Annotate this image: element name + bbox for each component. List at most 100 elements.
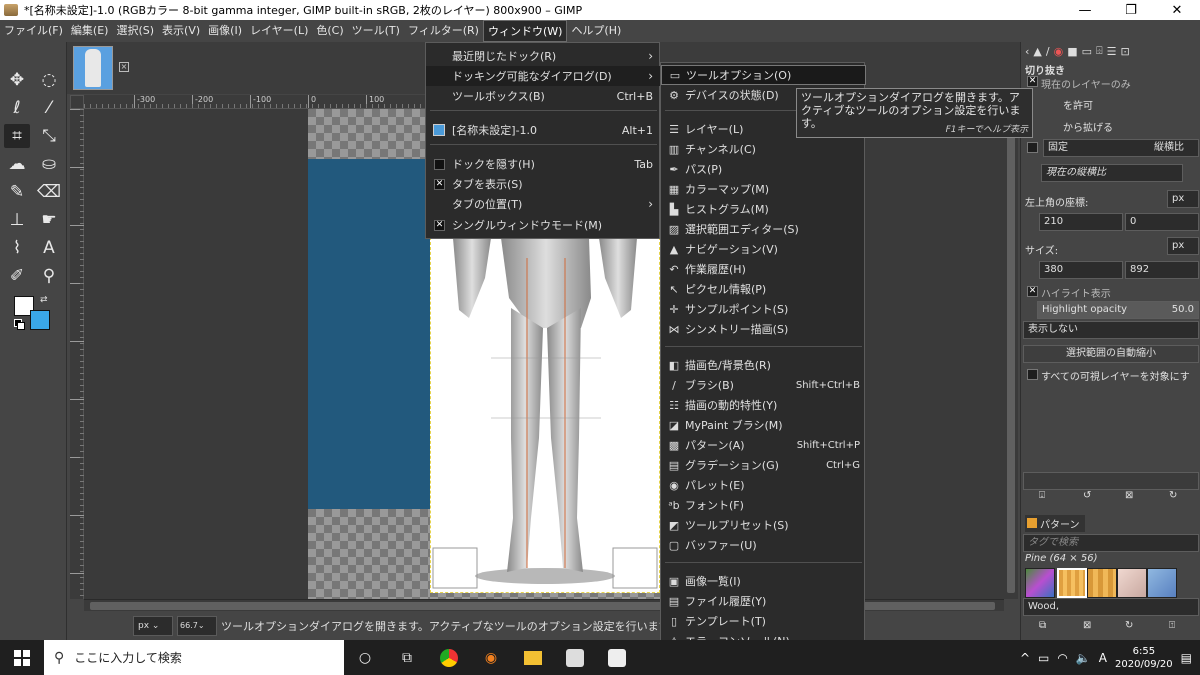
unit-selector[interactable]: px ⌄ (133, 615, 173, 636)
eraser-tool-icon[interactable]: ⌫ (36, 180, 62, 204)
vertical-scrollbar[interactable] (1004, 109, 1018, 599)
size-height-input[interactable]: 892 (1125, 261, 1199, 279)
menu-item-image-window[interactable]: [名称未設定]-1.0 Alt+1 (426, 120, 661, 140)
delete-pattern-icon[interactable]: ⊠ (1083, 620, 1091, 631)
pattern-swatch[interactable] (1147, 568, 1177, 598)
zoom-tool-icon[interactable]: ⚲ (36, 264, 62, 288)
menu-item-toolbox[interactable]: ツールボックス(B) Ctrl+B (426, 86, 661, 106)
gray-tab-icon[interactable]: ■ (1067, 45, 1077, 58)
position-y-input[interactable]: 0 (1125, 213, 1199, 231)
menu-item-recent-docks[interactable]: 最近閉じたドック(R) › (426, 46, 661, 66)
submenu-item[interactable]: ᵃb フォント(F) (661, 495, 866, 515)
pointer-tab-icon[interactable]: ⌹ (1096, 44, 1103, 58)
position-unit-dropdown[interactable]: px (1167, 190, 1199, 208)
zoom-selector[interactable]: 66.7 ⌄ (177, 615, 217, 636)
app-icon[interactable] (596, 640, 638, 675)
notifications-icon[interactable]: ▤ (1181, 651, 1192, 665)
submenu-item[interactable]: ▤ グラデーション(G) Ctrl+G (661, 455, 866, 475)
menu-select[interactable]: 選択(S) (112, 20, 158, 42)
fixed-checkbox[interactable] (1027, 142, 1038, 153)
delete-icon[interactable]: ⊠ (1125, 490, 1133, 501)
smudge-tool-icon[interactable]: ☛ (36, 208, 62, 232)
submenu-item[interactable]: ◧ 描画色/背景色(R) (661, 355, 866, 375)
size-width-input[interactable]: 380 (1039, 261, 1123, 279)
menu-item-single-window-mode[interactable]: ✕ シングルウィンドウモード(M) (426, 215, 661, 235)
background-color-swatch[interactable] (30, 310, 50, 330)
patterns-tab[interactable]: パターン (1025, 515, 1085, 532)
paintbrush-tool-icon[interactable]: ✎ (4, 180, 30, 204)
menu-colors[interactable]: 色(C) (312, 20, 347, 42)
menu-windows[interactable]: ウィンドウ(W) (482, 20, 568, 42)
cortana-icon[interactable]: ○ (344, 640, 386, 675)
submenu-item[interactable]: ⋈ シンメトリー描画(S) (661, 319, 866, 339)
menu-item-tab-position[interactable]: タブの位置(T) › (426, 194, 661, 214)
tag-search-input[interactable]: タグで検索 (1023, 534, 1199, 552)
submenu-item[interactable]: / ブラシ(B) Shift+Ctrl+B (661, 375, 866, 395)
restore-icon[interactable]: ↺ (1083, 490, 1091, 501)
submenu-item[interactable]: ◩ ツールプリセット(S) (661, 515, 866, 535)
save-preset-icon[interactable]: ⍗ (1039, 490, 1045, 501)
fuzzy-select-tool-icon[interactable]: ⁄ (36, 96, 62, 120)
submenu-item[interactable]: ▤ ファイル履歴(Y) (661, 591, 866, 611)
taskbar-search[interactable]: ⚲ ここに入力して検索 (44, 640, 344, 675)
submenu-item[interactable]: ☷ 描画の動的特性(Y) (661, 395, 866, 415)
submenu-item[interactable]: ◪ MyPaint ブラシ(M) (661, 415, 866, 435)
submenu-item[interactable]: ▦ カラーマップ(M) (661, 179, 866, 199)
file-explorer-icon[interactable] (512, 640, 554, 675)
record-tab-icon[interactable]: ◉ (1054, 45, 1064, 58)
reset-colors-icon[interactable] (14, 319, 25, 330)
auto-shrink-button[interactable]: 選択範囲の自動縮小 (1023, 345, 1199, 363)
clone-tool-icon[interactable]: ⊥ (4, 208, 30, 232)
minimize-button[interactable]: — (1062, 0, 1108, 20)
pattern-name-field[interactable]: Wood, (1023, 598, 1199, 616)
menu-file[interactable]: ファイル(F) (0, 20, 67, 42)
position-x-input[interactable]: 210 (1039, 213, 1123, 231)
swap-colors-icon[interactable]: ⇄ (40, 295, 48, 305)
move-tool-icon[interactable]: ✥ (4, 68, 30, 92)
volume-icon[interactable]: 🔈 (1076, 651, 1091, 665)
dock-menu-icon[interactable]: ⊡ (1121, 45, 1130, 58)
submenu-item[interactable]: ▢ バッファー(U) (661, 535, 866, 555)
highlight-opacity-slider[interactable]: Highlight opacity 50.0 (1037, 301, 1199, 319)
menu-image[interactable]: 画像(I) (204, 20, 246, 42)
menu-edit[interactable]: 編集(E) (67, 20, 113, 42)
chrome-icon[interactable] (428, 640, 470, 675)
size-unit-dropdown[interactable]: px (1167, 237, 1199, 255)
ellipse-select-tool-icon[interactable]: ◌ (36, 68, 62, 92)
menu-tools[interactable]: ツール(T) (348, 20, 404, 42)
submenu-item[interactable]: ▙ ヒストグラム(M) (661, 199, 866, 219)
wifi-icon[interactable]: ◠ (1057, 651, 1067, 665)
paths-tool-icon[interactable]: ⌇ (4, 236, 30, 260)
chevron-left-icon[interactable]: ‹ (1025, 45, 1029, 58)
ime-indicator[interactable]: A (1099, 651, 1107, 665)
submenu-item[interactable]: ▥ チャンネル(C) (661, 139, 866, 159)
pattern-swatch[interactable] (1117, 568, 1147, 598)
highlight-checkbox[interactable]: ✕ (1027, 286, 1038, 297)
images-tab-icon[interactable]: ▭ (1082, 45, 1092, 58)
bucket-fill-tool-icon[interactable]: ⛀ (36, 152, 62, 176)
submenu-item[interactable]: ✒ パス(P) (661, 159, 866, 179)
text-tool-icon[interactable]: A (36, 236, 62, 260)
menu-item-hide-docks[interactable]: ドックを隠す(H) Tab (426, 154, 661, 174)
menu-help[interactable]: ヘルプ(H) (567, 20, 625, 42)
app-icon[interactable] (554, 640, 596, 675)
chevron-up-icon[interactable]: ^ (1020, 651, 1030, 665)
start-button[interactable] (0, 640, 44, 675)
all-layers-checkbox[interactable] (1027, 369, 1038, 380)
edit-pattern-icon[interactable]: ⧉ (1039, 620, 1046, 631)
pattern-swatch-selected[interactable] (1057, 568, 1087, 598)
close-image-icon[interactable]: × (119, 62, 129, 72)
reset-icon[interactable]: ↻ (1169, 490, 1177, 501)
ruler-corner[interactable] (70, 95, 84, 109)
warp-tool-icon[interactable]: ☁ (4, 152, 30, 176)
submenu-item[interactable]: ▨ 選択範囲エディター(S) (661, 219, 866, 239)
pattern-swatch[interactable] (1025, 568, 1055, 598)
menu-view[interactable]: 表示(V) (158, 20, 204, 42)
submenu-item[interactable]: ▩ パターン(A) Shift+Ctrl+P (661, 435, 866, 455)
horizontal-scrollbar[interactable] (84, 599, 1004, 611)
device-status-tab-icon[interactable]: / (1046, 45, 1050, 58)
current-layer-only-checkbox[interactable]: ✕ (1027, 76, 1038, 87)
submenu-item[interactable]: ↶ 作業履歴(H) (661, 259, 866, 279)
close-button[interactable]: ✕ (1154, 0, 1200, 20)
fixed-mode-dropdown[interactable]: 固定 縦横比 (1043, 139, 1199, 157)
